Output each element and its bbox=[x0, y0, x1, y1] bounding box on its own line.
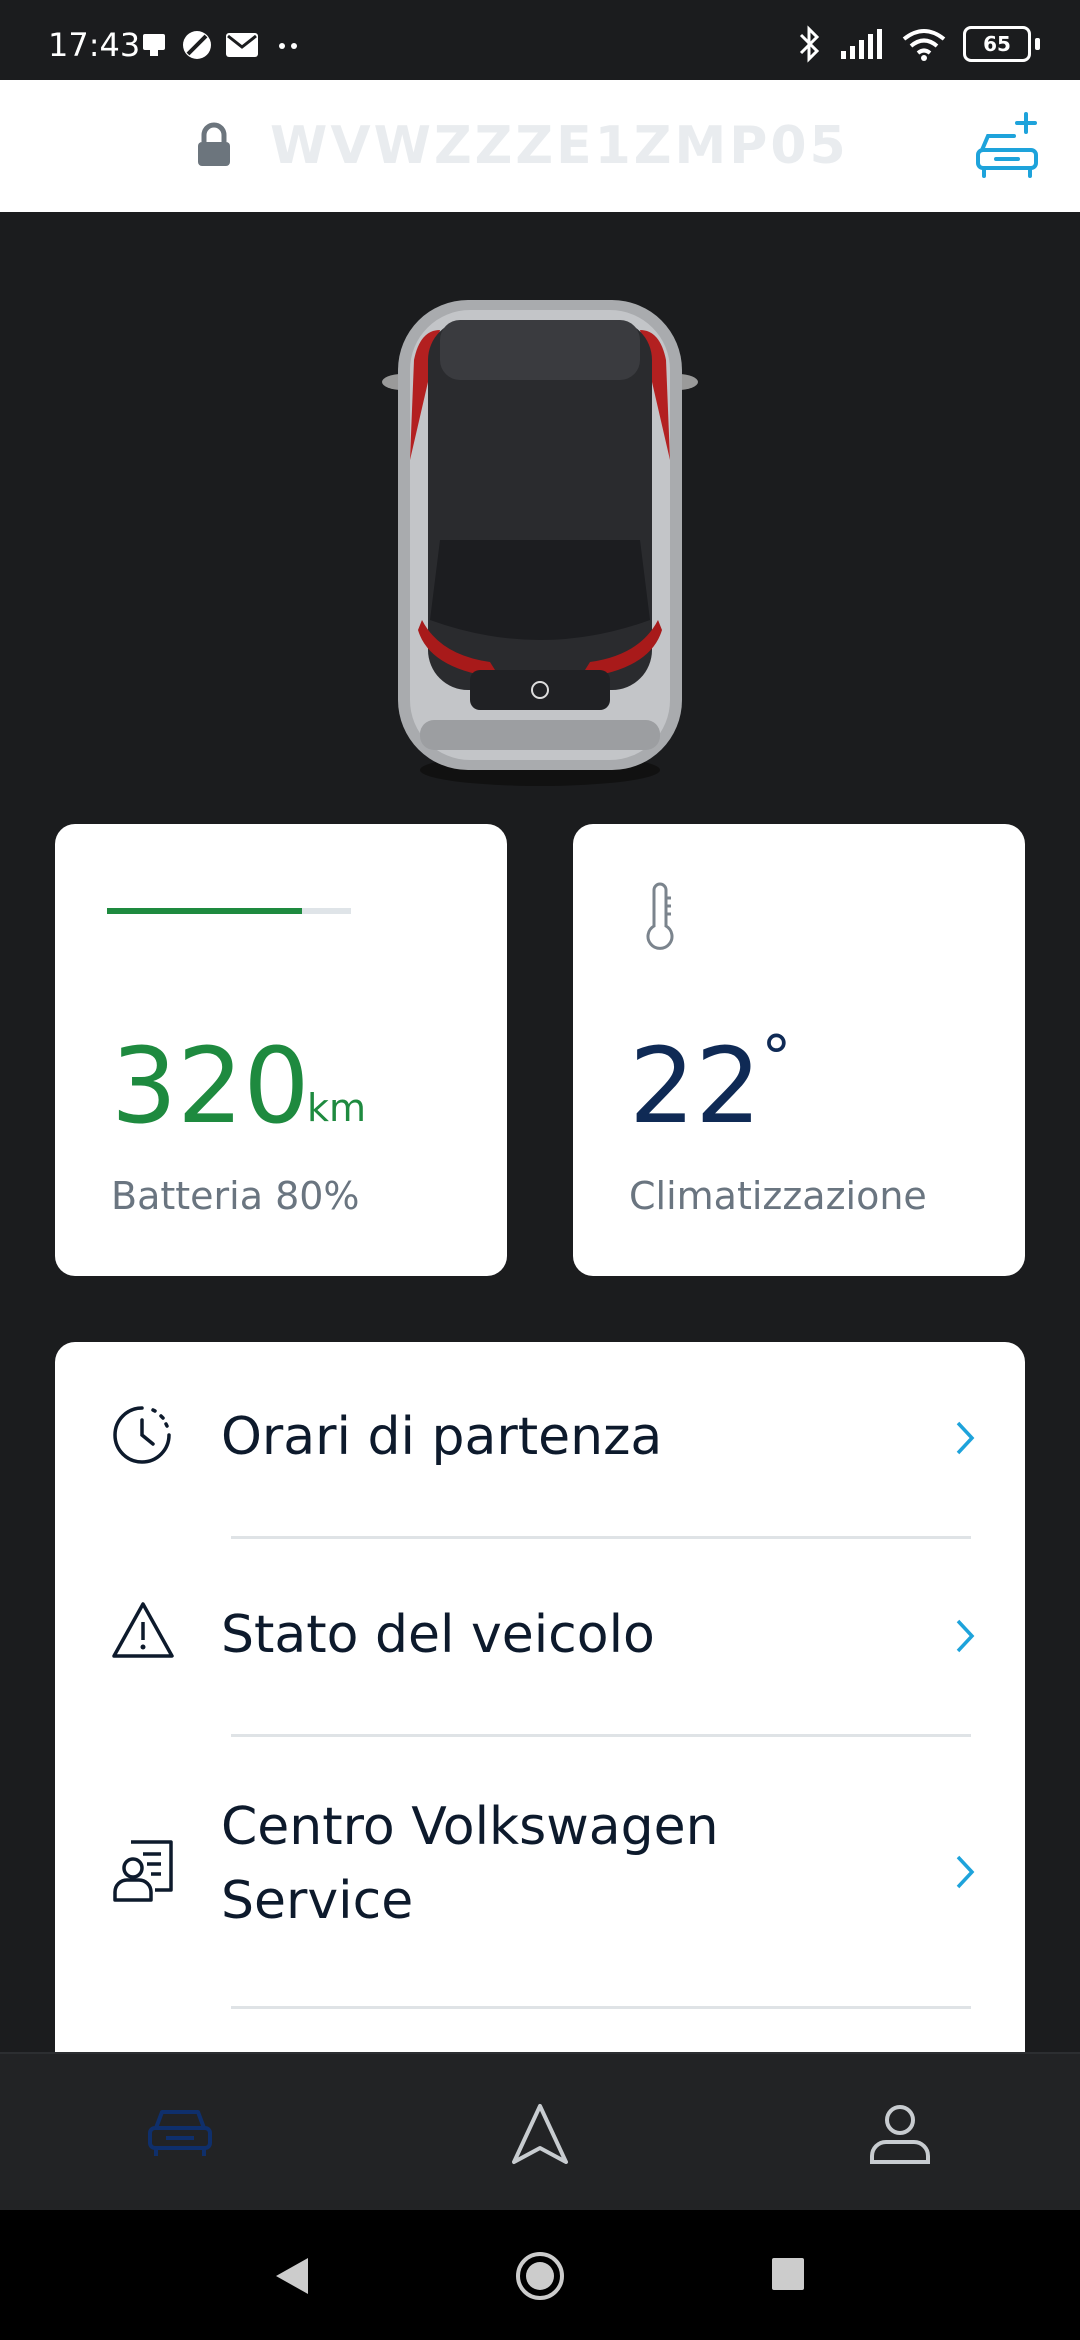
climate-label: Climatizzazione bbox=[629, 1174, 927, 1218]
chevron-right-icon bbox=[956, 1619, 975, 1653]
menu-item-service-center[interactable]: Centro Volkswagen Service bbox=[55, 1738, 1025, 2010]
chevron-right-icon bbox=[956, 1855, 975, 1889]
menu-label-vehicle-status: Stato del veicolo bbox=[221, 1605, 655, 1665]
temperature-number: 22 bbox=[629, 1025, 762, 1147]
back-icon[interactable] bbox=[272, 2254, 312, 2298]
menu-label-service-center-line2: Service bbox=[221, 1871, 414, 1931]
vpn-icon bbox=[183, 31, 211, 59]
battery-level: 65 bbox=[983, 32, 1011, 56]
range-value: 320 bbox=[111, 1025, 310, 1147]
chevron-right-icon bbox=[956, 1421, 975, 1455]
bluetooth-icon bbox=[799, 25, 820, 63]
add-car-icon[interactable] bbox=[974, 110, 1044, 180]
wifi-icon bbox=[902, 29, 946, 61]
status-right-icons: 65 bbox=[797, 24, 1040, 64]
menu-item-vehicle-status[interactable]: Stato del veicolo bbox=[55, 1540, 1025, 1736]
system-navigation-bar bbox=[0, 2210, 1080, 2340]
bottom-navigation bbox=[0, 2052, 1080, 2212]
vehicle-menu-card: Orari di partenza Stato del veicolo Cent… bbox=[55, 1342, 1025, 2062]
battery-tile[interactable]: 320 km Batteria 80% bbox=[55, 824, 507, 1276]
status-left-icons bbox=[140, 28, 306, 62]
menu-label-departure-times: Orari di partenza bbox=[221, 1407, 663, 1467]
range-unit: km bbox=[307, 1086, 367, 1130]
vehicle-header: WVWZZZE1ZMP05 bbox=[0, 80, 1080, 212]
menu-divider bbox=[231, 1734, 971, 1737]
menu-divider bbox=[231, 2006, 971, 2009]
recents-icon[interactable] bbox=[770, 2256, 806, 2292]
battery-label: Batteria 80% bbox=[111, 1174, 360, 1218]
vehicle-id: WVWZZZE1ZMP05 bbox=[270, 116, 849, 176]
home-icon[interactable] bbox=[514, 2250, 566, 2302]
notification-icon bbox=[143, 34, 165, 56]
degree-symbol: ° bbox=[761, 1023, 792, 1093]
signal-icon bbox=[841, 29, 882, 59]
lock-icon[interactable] bbox=[196, 122, 232, 168]
climate-tile[interactable]: 22° Climatizzazione bbox=[573, 824, 1025, 1276]
menu-item-departure-times[interactable]: Orari di partenza bbox=[55, 1342, 1025, 1538]
profile-icon[interactable] bbox=[868, 2102, 932, 2166]
menu-divider bbox=[231, 1536, 971, 1539]
navigation-icon[interactable] bbox=[510, 2102, 570, 2166]
more-dots-icon bbox=[279, 43, 297, 49]
car-icon[interactable] bbox=[146, 2102, 214, 2162]
service-center-icon bbox=[113, 1840, 173, 1902]
battery-indicator: 65 bbox=[963, 26, 1031, 62]
thermometer-icon bbox=[646, 882, 674, 950]
warning-icon bbox=[112, 1602, 174, 1658]
vehicle-image bbox=[382, 300, 698, 786]
temperature-value: 22° bbox=[629, 1028, 791, 1138]
battery-progress-track bbox=[107, 908, 351, 914]
status-bar: 17:43 65 bbox=[0, 0, 1080, 80]
status-time: 17:43 bbox=[48, 26, 141, 64]
clock-icon bbox=[113, 1406, 171, 1464]
mail-icon bbox=[226, 33, 258, 57]
battery-nub bbox=[1035, 38, 1040, 50]
menu-label-service-center-line1: Centro Volkswagen bbox=[221, 1797, 719, 1857]
battery-progress-fill bbox=[107, 908, 303, 914]
